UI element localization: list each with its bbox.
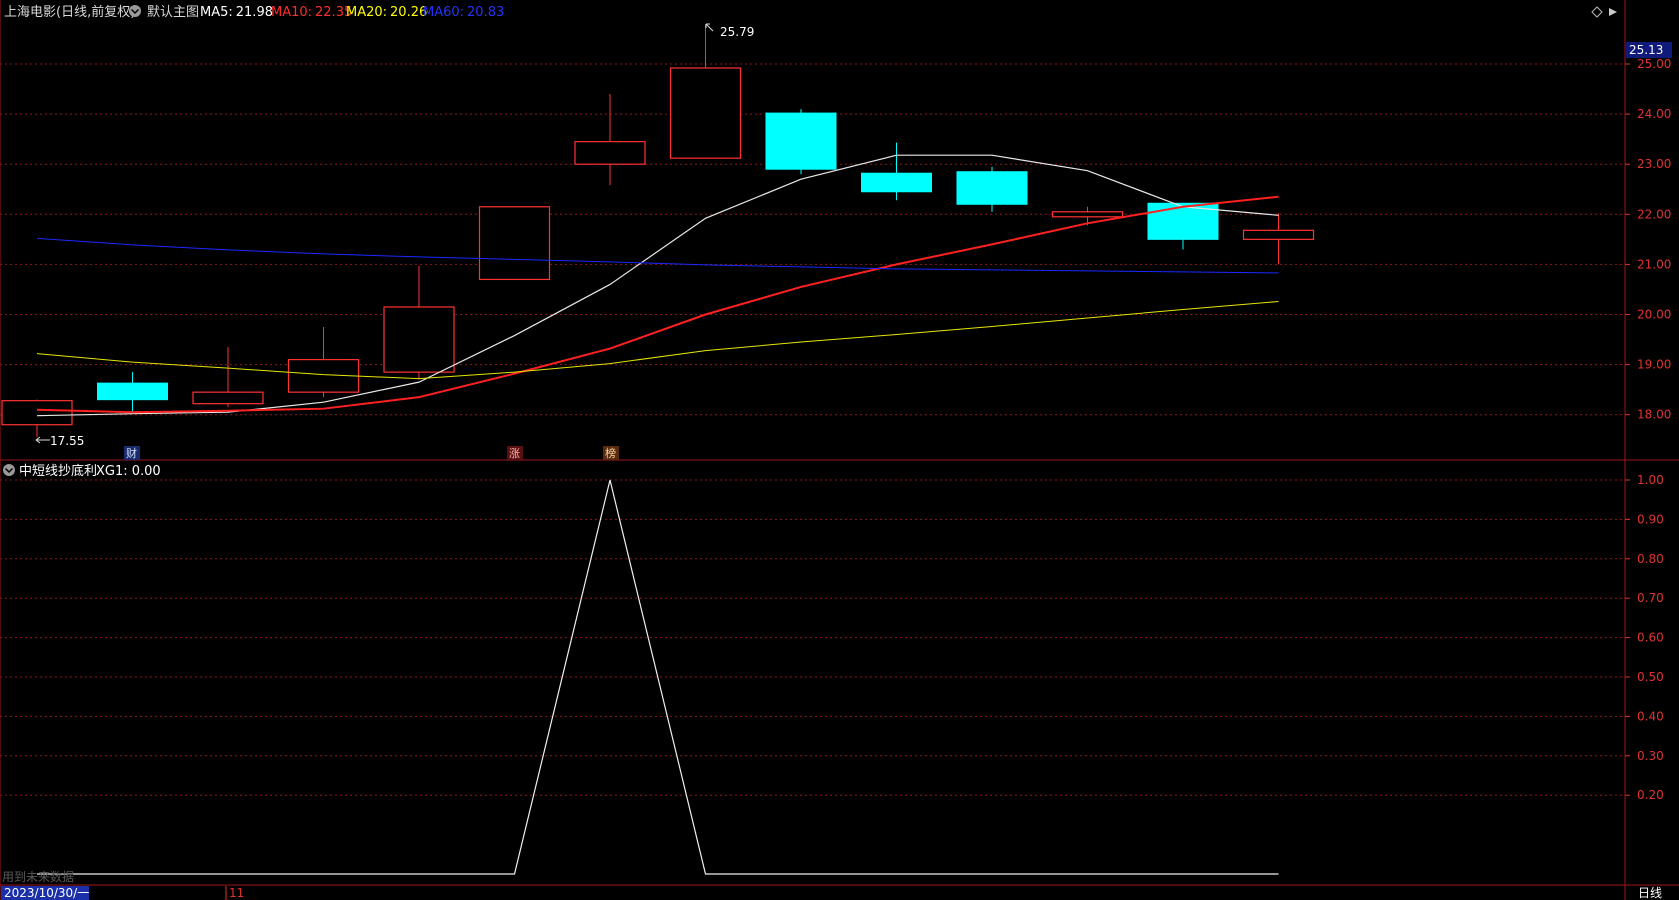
- candle-body: [1051, 211, 1124, 218]
- finance-marker[interactable]: 财: [124, 446, 140, 460]
- collapse-icon[interactable]: [1609, 8, 1617, 16]
- indicator-line: [37, 479, 1279, 875]
- indicator-tick-label: 0.20: [1637, 788, 1664, 802]
- indicator-tick-label: 1.00: [1637, 473, 1664, 487]
- ma5-line: [36, 154, 1279, 417]
- diamond-icon[interactable]: [1591, 6, 1603, 18]
- svg-text:财: 财: [126, 446, 137, 460]
- indicator-tick-label: 0.60: [1637, 631, 1664, 645]
- candle: [383, 265, 455, 380]
- candle: [478, 206, 551, 281]
- chart-frame: [0, 0, 1679, 900]
- chart-canvas[interactable]: 25.00 24.00 23.00 22.00 21.00 20.00 19.00 18.00…: [0, 0, 1679, 900]
- candle-body: [574, 141, 646, 165]
- period-button[interactable]: 日线: [1638, 886, 1662, 900]
- indicator-grid: [0, 479, 1625, 796]
- candle: [956, 166, 1028, 212]
- low-annotation: 17.55: [35, 434, 84, 448]
- list-marker[interactable]: 榜: [603, 446, 619, 460]
- price-tick-label: 21.00: [1637, 257, 1671, 271]
- candle-body: [861, 172, 932, 193]
- candle: [1242, 213, 1315, 265]
- svg-text:涨: 涨: [509, 447, 520, 460]
- date-label: 2023/10/30/一: [4, 886, 89, 900]
- price-tick-label: 19.00: [1637, 358, 1671, 372]
- ma10-line: [36, 195, 1279, 414]
- candle-body: [383, 306, 455, 373]
- high-annotation: 25.79: [705, 23, 754, 39]
- candle: [97, 372, 168, 413]
- price-tick-label: 24.00: [1637, 107, 1671, 121]
- indicator-tick-label: 0.70: [1637, 591, 1664, 605]
- candle: [192, 347, 264, 408]
- price-tick-label: 23.00: [1637, 157, 1671, 171]
- indicator-dropdown-icon[interactable]: [3, 464, 15, 476]
- price-axis: 25.00 24.00 23.00 22.00 21.00 20.00 19.00 18.00: [1625, 57, 1671, 422]
- candle: [765, 109, 837, 175]
- candlestick-series: [1, 24, 1315, 438]
- limit-up-marker[interactable]: 涨: [507, 446, 523, 460]
- ma60-text: MA60: 20.83: [423, 5, 504, 20]
- candle-body: [1, 400, 73, 426]
- indicator-header: 中短线抄底利 XG1: 0.00: [3, 463, 161, 479]
- candle: [669, 24, 742, 159]
- indicator-tick-label: 0.80: [1637, 552, 1664, 566]
- candle-body: [1242, 229, 1315, 240]
- stock-title: 上海电影(日线,前复权): [4, 4, 135, 20]
- current-price-tag: 25.13: [1626, 42, 1672, 58]
- xg1-line: [37, 479, 1279, 875]
- svg-text:25.13: 25.13: [1629, 43, 1663, 57]
- indicator-value: XG1: 0.00: [96, 464, 161, 479]
- candle: [1, 399, 73, 438]
- indicator-tick-label: 0.50: [1637, 670, 1664, 684]
- ma10-text: MA10: 22.35: [271, 5, 352, 20]
- candle: [861, 142, 932, 201]
- price-tick-label: 20.00: [1637, 308, 1671, 322]
- main-header: 上海电影(日线,前复权) 默认主图 MA5: 21.98 MA10: 22.35 M…: [4, 4, 1617, 20]
- indicator-tick-label: 0.90: [1637, 512, 1664, 526]
- svg-text:榜: 榜: [605, 446, 616, 460]
- indicator-tick-label: 0.40: [1637, 709, 1664, 723]
- candle-body: [669, 67, 742, 159]
- svg-text:17.55: 17.55: [50, 434, 84, 448]
- candle-body: [192, 391, 264, 405]
- ma5-text: MA5: 21.98: [200, 5, 273, 20]
- indicator-name[interactable]: 中短线抄底利: [19, 463, 97, 479]
- dropdown-icon[interactable]: [129, 5, 141, 17]
- indicator-axis: 1.00 0.90 0.80 0.70 0.60 0.50 0.40 0.30 0.20: [1625, 473, 1664, 802]
- price-tick-label: 18.00: [1637, 408, 1671, 422]
- candle-body: [956, 171, 1028, 205]
- ma20-line: [36, 300, 1279, 380]
- candle: [574, 94, 646, 186]
- stock-chart-window: 25.00 24.00 23.00 22.00 21.00 20.00 19.00 18.00…: [0, 0, 1679, 900]
- svg-text:25.79: 25.79: [720, 25, 754, 39]
- candle-body: [97, 382, 168, 401]
- main-chart-label[interactable]: 默认主图: [147, 4, 199, 20]
- price-tick-label: 22.00: [1637, 207, 1671, 221]
- moving-average-lines: [36, 154, 1279, 417]
- candle-body: [765, 112, 837, 170]
- ma20-text: MA20: 20.26: [346, 5, 427, 20]
- indicator-tick-label: 0.30: [1637, 749, 1664, 763]
- price-tick-label: 25.00: [1637, 57, 1671, 71]
- ma60-line: [36, 237, 1279, 274]
- candle-body: [478, 206, 551, 281]
- candle: [287, 327, 360, 398]
- month-label: 11: [229, 886, 244, 900]
- future-data-note: 用到未来数据: [2, 869, 74, 884]
